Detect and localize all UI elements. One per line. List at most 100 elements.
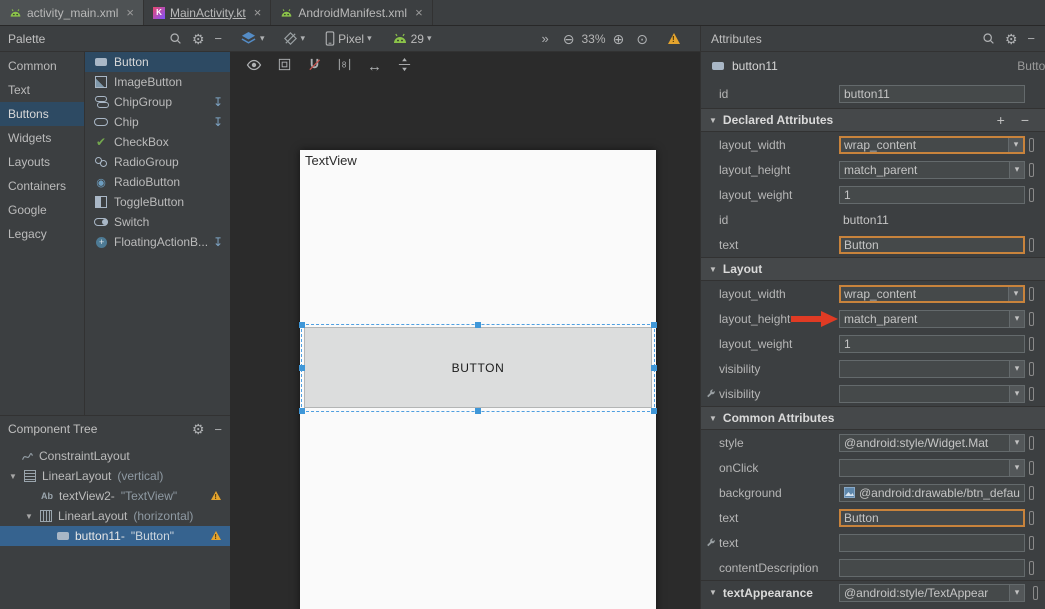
chevron-down-icon[interactable]: ▾ [1009, 361, 1024, 377]
resource-flag-icon[interactable] [1029, 337, 1034, 351]
resource-flag-icon[interactable] [1029, 238, 1034, 252]
layout-width-dropdown[interactable]: wrap_content ▾ [839, 285, 1025, 303]
gear-icon[interactable]: ⚙ [192, 32, 205, 46]
chevron-down-icon[interactable]: ▾ [1009, 585, 1024, 601]
palette-item-radiobutton[interactable]: ◉ RadioButton [85, 172, 230, 192]
chevron-down-icon[interactable]: ▾ [1008, 138, 1023, 152]
hide-panel-icon[interactable]: − [214, 423, 222, 436]
hide-panel-icon[interactable]: − [1027, 32, 1035, 45]
palette-item-chip[interactable]: Chip ↧ [85, 112, 230, 132]
gear-icon[interactable]: ⚙ [1005, 32, 1018, 46]
palette-item-imagebutton[interactable]: ImageButton [85, 72, 230, 92]
layout-height-dropdown[interactable]: match_parent ▾ [839, 161, 1025, 179]
download-icon[interactable]: ↧ [213, 235, 223, 249]
tools-text-input[interactable] [839, 534, 1025, 552]
tree-node-textview2[interactable]: Ab textView2- "TextView" [0, 486, 230, 506]
background-input[interactable]: @android:drawable/btn_defau [839, 484, 1025, 502]
resource-flag-icon[interactable] [1029, 188, 1034, 202]
zoom-to-fit-icon[interactable]: ⊙ [636, 32, 648, 46]
chevron-down-icon[interactable]: ▾ [1009, 460, 1024, 476]
tree-node-linearlayout-horizontal[interactable]: ▼ LinearLayout (horizontal) [0, 506, 230, 526]
tab-activity-main-xml[interactable]: activity_main.xml × [0, 0, 144, 25]
palette-item-togglebutton[interactable]: ToggleButton [85, 192, 230, 212]
palette-item-chipgroup[interactable]: ChipGroup ↧ [85, 92, 230, 112]
chevron-down-icon[interactable]: ▾ [1009, 311, 1024, 327]
zoom-in-icon[interactable]: ⊕ [613, 32, 625, 46]
section-declared-attributes[interactable]: ▼ Declared Attributes + − [701, 108, 1045, 132]
more-toolbar-items-icon[interactable]: » [542, 32, 549, 45]
selection-handle[interactable] [299, 322, 305, 328]
close-icon[interactable]: × [415, 5, 423, 20]
section-layout[interactable]: ▼ Layout [701, 257, 1045, 281]
resource-flag-icon[interactable] [1029, 312, 1034, 326]
resource-flag-icon[interactable] [1029, 511, 1034, 525]
expand-arrow-icon[interactable]: ▼ [24, 512, 34, 521]
selection-handle[interactable] [475, 322, 481, 328]
text-input[interactable]: Button [839, 509, 1025, 527]
text-input[interactable]: Button [839, 236, 1025, 254]
chevron-down-icon[interactable]: ▾ [1009, 435, 1024, 451]
style-dropdown[interactable]: @android:style/Widget.Mat ▾ [839, 434, 1025, 452]
pack-distribute-icon[interactable] [397, 57, 412, 75]
palette-category-google[interactable]: Google [0, 198, 84, 222]
chevron-down-icon[interactable]: ▾ [1009, 386, 1024, 402]
search-icon[interactable] [169, 32, 182, 45]
palette-category-containers[interactable]: Containers [0, 174, 84, 198]
hide-panel-icon[interactable]: − [214, 32, 222, 45]
tab-mainactivity-kt[interactable]: K MainActivity.kt × [144, 0, 271, 25]
id-input[interactable]: button11 [839, 85, 1025, 103]
search-icon[interactable] [982, 32, 995, 45]
download-icon[interactable]: ↧ [213, 95, 223, 109]
default-margins-icon[interactable]: 8 [337, 57, 352, 75]
selection-handle[interactable] [651, 365, 657, 371]
orientation-selector[interactable]: ▾ [283, 31, 306, 46]
clear-constraints-icon[interactable]: ↔ [367, 59, 382, 74]
blueprint-border-icon[interactable] [277, 57, 292, 75]
palette-category-legacy[interactable]: Legacy [0, 222, 84, 246]
device-selector[interactable]: Pixel ▾ [325, 31, 372, 46]
download-icon[interactable]: ↧ [213, 115, 223, 129]
selection-handle[interactable] [299, 365, 305, 371]
chevron-down-icon[interactable]: ▾ [1009, 162, 1024, 178]
resource-flag-icon[interactable] [1029, 536, 1034, 550]
palette-item-button[interactable]: Button [85, 52, 230, 72]
design-surface-selector[interactable]: ▾ [240, 31, 265, 46]
tab-androidmanifest-xml[interactable]: AndroidManifest.xml × [271, 0, 432, 25]
canvas-button-widget[interactable]: BUTTON [304, 327, 652, 408]
layout-width-dropdown[interactable]: wrap_content ▾ [839, 136, 1025, 154]
resource-flag-icon[interactable] [1029, 461, 1034, 475]
palette-category-widgets[interactable]: Widgets [0, 126, 84, 150]
layout-weight-input[interactable]: 1 [839, 186, 1025, 204]
palette-category-common[interactable]: Common [0, 54, 84, 78]
contentdescription-input[interactable] [839, 559, 1025, 577]
layout-height-dropdown[interactable]: match_parent ▾ [839, 310, 1025, 328]
resource-flag-icon[interactable] [1029, 362, 1034, 376]
id-value[interactable]: button11 [839, 211, 1025, 229]
resource-flag-icon[interactable] [1029, 436, 1034, 450]
selection-handle[interactable] [651, 408, 657, 414]
resource-flag-icon[interactable] [1029, 163, 1034, 177]
textappearance-dropdown[interactable]: @android:style/TextAppear ▾ [839, 584, 1025, 602]
resource-flag-icon[interactable] [1029, 287, 1034, 301]
onclick-dropdown[interactable]: ▾ [839, 459, 1025, 477]
tree-node-button11[interactable]: button11- "Button" [0, 526, 230, 546]
palette-item-radiogroup[interactable]: RadioGroup [85, 152, 230, 172]
api-selector[interactable]: 29 ▾ [392, 32, 432, 46]
section-textappearance[interactable]: ▼ textAppearance @android:style/TextAppe… [701, 580, 1045, 604]
tools-visibility-dropdown[interactable]: ▾ [839, 385, 1025, 403]
chevron-down-icon[interactable]: ▾ [1008, 287, 1023, 301]
add-attribute-icon[interactable]: + [997, 112, 1005, 128]
resource-flag-icon[interactable] [1033, 586, 1038, 600]
warnings-icon[interactable] [668, 33, 680, 44]
selection-handle[interactable] [475, 408, 481, 414]
canvas-textview-widget[interactable]: TextView [305, 153, 357, 168]
section-common-attributes[interactable]: ▼ Common Attributes [701, 406, 1045, 430]
tree-node-linearlayout-vertical[interactable]: ▼ LinearLayout (vertical) [0, 466, 230, 486]
palette-category-layouts[interactable]: Layouts [0, 150, 84, 174]
palette-item-checkbox[interactable]: ✔ CheckBox [85, 132, 230, 152]
selection-handle[interactable] [299, 408, 305, 414]
resource-flag-icon[interactable] [1029, 486, 1034, 500]
close-icon[interactable]: × [254, 5, 262, 20]
expand-arrow-icon[interactable]: ▼ [8, 472, 18, 481]
palette-item-floatingactionbutton[interactable]: FloatingActionB... ↧ [85, 232, 230, 252]
